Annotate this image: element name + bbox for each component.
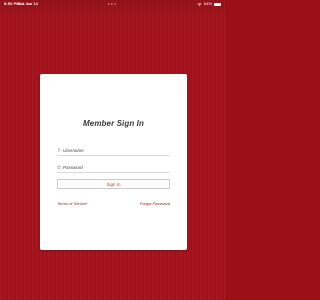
username-field — [57, 145, 170, 156]
status-bar: 8:50 PM Sat Jan 14 • • • 64% — [0, 0, 225, 8]
username-input[interactable] — [63, 146, 163, 154]
battery-icon — [214, 2, 221, 6]
multitasking-dots[interactable]: • • • — [108, 0, 116, 8]
password-field — [57, 162, 170, 173]
status-date: Sat Jan 14 — [18, 1, 38, 6]
password-input[interactable] — [63, 163, 163, 171]
status-indicators: 64% — [197, 0, 221, 8]
sign-in-button[interactable]: Sign In — [57, 179, 170, 189]
forgot-password-link[interactable]: Forgot Password — [140, 201, 170, 206]
wifi-icon — [197, 2, 202, 6]
lock-icon — [57, 165, 61, 169]
user-icon — [57, 148, 61, 152]
sign-in-card: Member Sign In Sign In Terms of Service … — [40, 74, 187, 250]
battery-percent: 64% — [203, 1, 212, 6]
terms-of-service-link[interactable]: Terms of Service — [57, 201, 87, 206]
page-title: Member Sign In — [83, 119, 144, 128]
